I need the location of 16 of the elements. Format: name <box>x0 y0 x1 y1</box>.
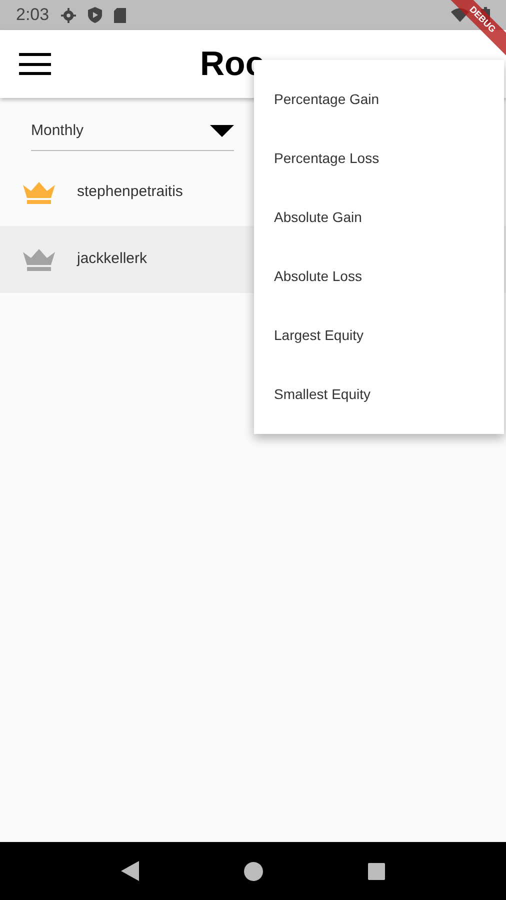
menu-icon[interactable] <box>19 53 51 75</box>
dropdown-arrow-icon <box>210 125 234 137</box>
shield-icon <box>88 7 102 23</box>
home-icon[interactable] <box>244 862 263 880</box>
menu-item[interactable]: Percentage Gain <box>254 70 504 129</box>
username: stephenpetraitis <box>77 182 183 202</box>
sd-card-icon <box>114 8 126 22</box>
recents-icon[interactable] <box>368 862 385 880</box>
menu-item[interactable]: Percentage Loss <box>254 129 504 188</box>
status-time: 2:03 <box>16 4 50 26</box>
menu-item[interactable]: Largest Equity <box>254 306 504 365</box>
username: jackkellerk <box>77 249 148 270</box>
gear-icon <box>61 8 76 22</box>
back-icon[interactable] <box>121 861 139 881</box>
period-dropdown[interactable]: Monthly <box>31 116 234 151</box>
menu-item[interactable]: Smallest Equity <box>254 365 504 424</box>
